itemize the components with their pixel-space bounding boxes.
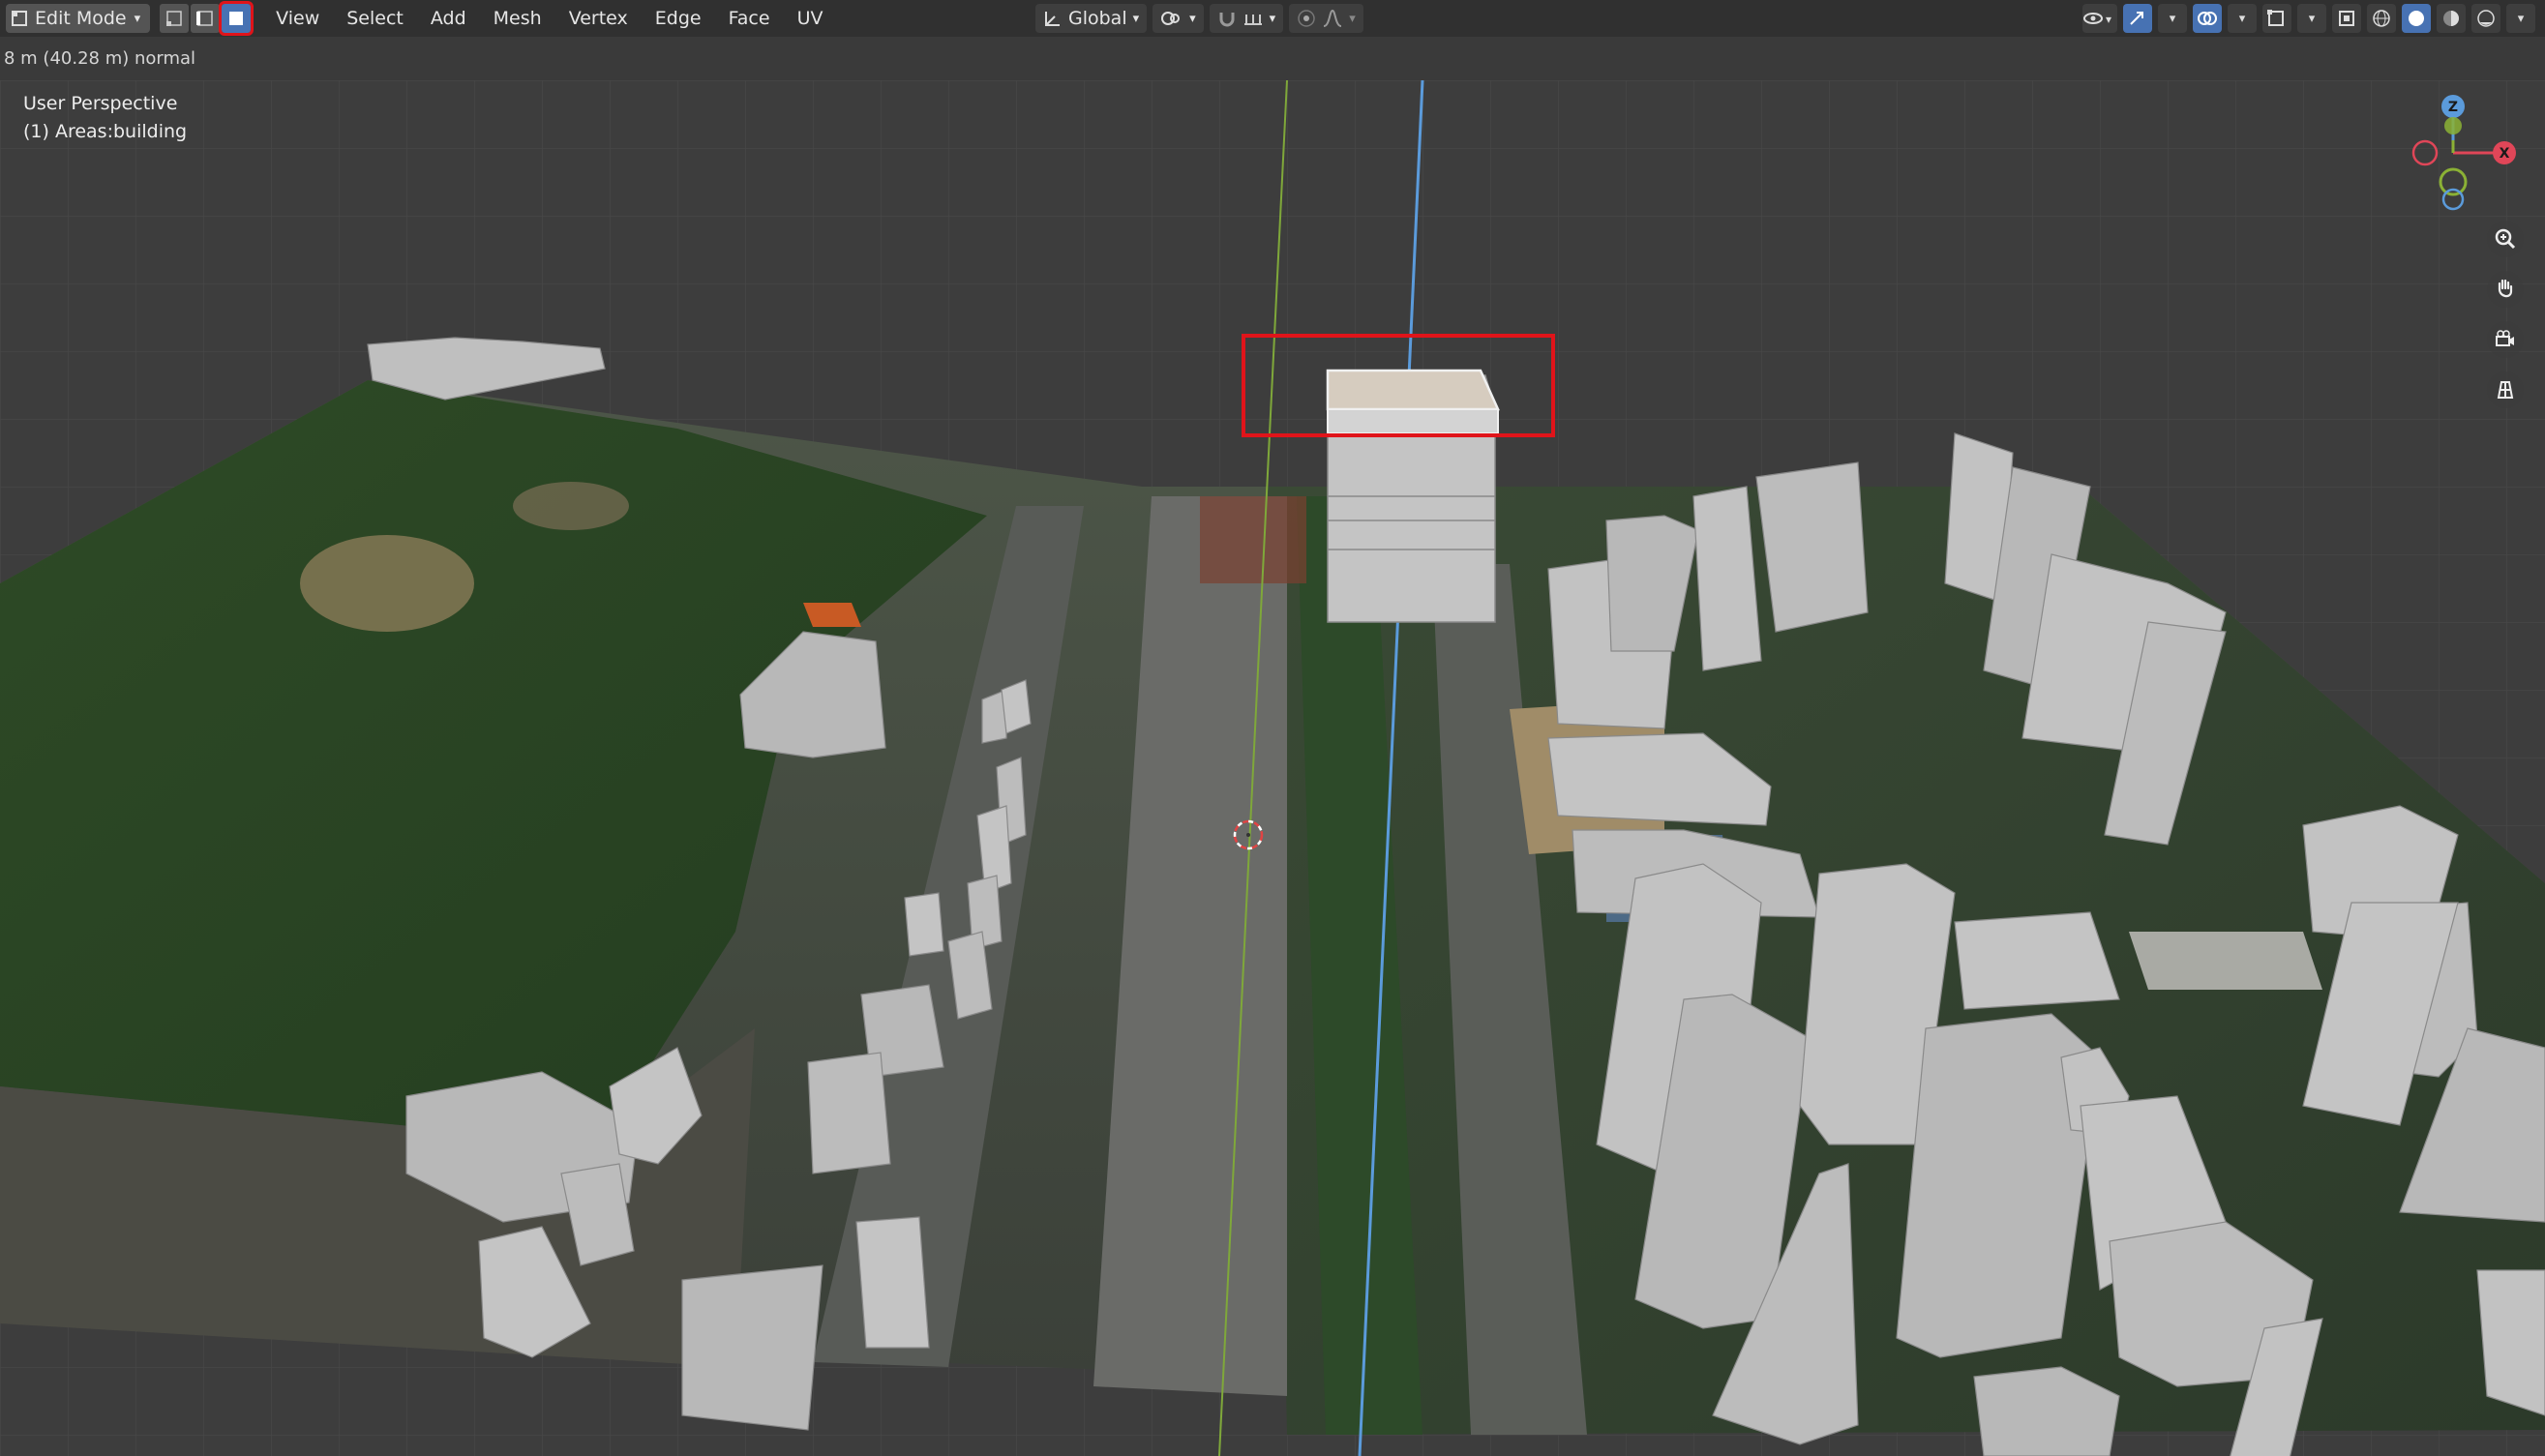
scene-canvas[interactable] [0, 80, 2545, 1456]
menu-vertex[interactable]: Vertex [555, 4, 642, 33]
pivot-point-dropdown[interactable]: ▾ [1153, 4, 1204, 33]
gizmo-x-label: X [2500, 146, 2510, 162]
menu-uv[interactable]: UV [784, 4, 837, 33]
vertex-select-icon [166, 11, 182, 26]
shading-rendered-button[interactable] [2471, 4, 2500, 33]
chevron-down-icon: ▾ [1132, 11, 1140, 26]
eye-icon: ▾ [2083, 13, 2111, 26]
zoom-button[interactable] [2487, 221, 2524, 257]
overlays-dropdown[interactable]: ▾ [2228, 4, 2257, 33]
ortho-toggle-button[interactable] [2487, 371, 2524, 408]
grid-perspective-icon [2497, 381, 2514, 399]
snap-increment-icon [1243, 15, 1262, 25]
chevron-down-icon: ▾ [1189, 11, 1196, 26]
chevron-down-icon: ▾ [2517, 11, 2525, 26]
active-object-label: (1) Areas:building [23, 121, 188, 142]
xray-icon [2339, 11, 2354, 26]
solid-sphere-icon [2409, 11, 2424, 26]
orientation-label: Global [1068, 8, 1127, 29]
top-header: Edit Mode ▾ View Select Add Mesh Vertex … [0, 0, 2545, 37]
wireframe-sphere-icon [2373, 10, 2390, 27]
shading-wireframe-button[interactable] [2367, 4, 2396, 33]
viewport-info: User Perspective (1) Areas:building [23, 90, 187, 146]
menu-face[interactable]: Face [715, 4, 784, 33]
overlays-toggle[interactable] [2193, 4, 2222, 33]
svg-text:▾: ▾ [2106, 13, 2111, 26]
falloff-curve-icon [1323, 9, 1342, 27]
mode-label: Edit Mode [35, 8, 127, 29]
edge-select-icon [196, 11, 213, 26]
menu-view[interactable]: View [262, 4, 333, 33]
extrude-status-text: 8 m (40.28 m) normal [4, 48, 196, 69]
shading-dropdown[interactable]: ▾ [2506, 4, 2535, 33]
chevron-down-icon: ▾ [1349, 11, 1356, 26]
transform-orientation-dropdown[interactable]: Global ▾ [1035, 4, 1148, 33]
menu-mesh[interactable]: Mesh [480, 4, 555, 33]
perspective-label: User Perspective [23, 93, 178, 114]
camera-icon [2496, 330, 2514, 346]
menu-select[interactable]: Select [333, 4, 417, 33]
chevron-down-icon: ▾ [2169, 11, 2176, 26]
camera-view-button[interactable] [2487, 321, 2524, 358]
xray-toggle[interactable] [2332, 4, 2361, 33]
mesh-edit-overlays-toggle[interactable] [2262, 4, 2291, 33]
gizmo-arrows-icon [2130, 12, 2143, 25]
gizmo-dropdown[interactable]: ▾ [2158, 4, 2187, 33]
chevron-down-icon: ▾ [2308, 11, 2316, 26]
edge-select-button[interactable] [191, 4, 221, 33]
shading-solid-button[interactable] [2402, 4, 2431, 33]
face-select-button[interactable] [219, 1, 254, 36]
gizmo-toggle[interactable] [2123, 4, 2152, 33]
zoom-magnifier-icon [2495, 228, 2516, 250]
shading-material-button[interactable] [2437, 4, 2466, 33]
orientation-axes-icon [1045, 12, 1060, 26]
rendered-sphere-icon [2477, 10, 2495, 27]
proportional-edit-icon [1298, 10, 1315, 27]
gizmo-neg-z[interactable] [2441, 188, 2465, 211]
magnet-icon [1219, 13, 1235, 27]
pan-button[interactable] [2487, 271, 2524, 308]
operator-status-bar: 8 m (40.28 m) normal [0, 37, 2545, 80]
proportional-editing-toggle[interactable]: ▾ [1289, 4, 1363, 33]
menu-add[interactable]: Add [417, 4, 480, 33]
vertex-select-button[interactable] [160, 4, 190, 33]
chevron-down-icon: ▾ [134, 11, 141, 26]
visibility-dropdown[interactable]: ▾ [2082, 4, 2117, 33]
mode-dropdown[interactable]: Edit Mode ▾ [6, 4, 151, 33]
selected-building-object[interactable] [1326, 369, 1500, 623]
mesh-overlay-icon [2267, 10, 2284, 26]
header-menu: View Select Add Mesh Vertex Edge Face UV [262, 4, 836, 33]
menu-edge[interactable]: Edge [642, 4, 715, 33]
edit-mode-icon [12, 11, 27, 26]
pivot-link-icon [1161, 12, 1181, 25]
material-sphere-icon [2443, 11, 2459, 26]
viewport-navigation [2487, 221, 2524, 408]
face-select-icon [229, 12, 244, 25]
3d-viewport[interactable]: User Perspective (1) Areas:building Z X [0, 80, 2545, 1456]
hand-icon [2498, 279, 2513, 298]
overlay-circles-icon [2198, 12, 2217, 25]
chevron-down-icon: ▾ [1269, 11, 1276, 26]
gizmo-neg-x[interactable] [2411, 139, 2439, 166]
mesh-overlays-dropdown[interactable]: ▾ [2297, 4, 2326, 33]
navigation-gizmo[interactable]: Z X [2380, 90, 2526, 216]
gizmo-z-label: Z [2448, 100, 2458, 115]
chevron-down-icon: ▾ [2238, 11, 2246, 26]
snap-toggle[interactable]: ▾ [1209, 4, 1284, 33]
